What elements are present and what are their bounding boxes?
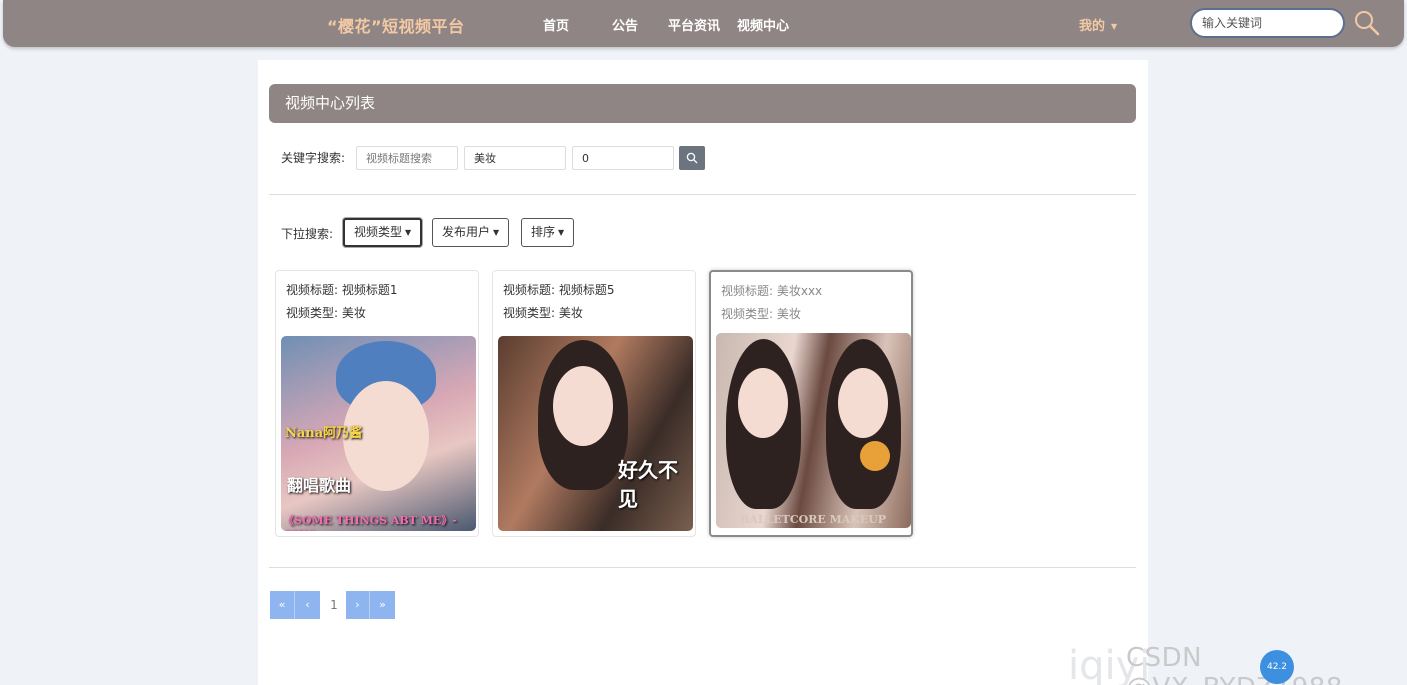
thumbnail-caption: Nana阿乃酱 <box>285 426 363 441</box>
divider <box>269 194 1136 195</box>
video-title: 视频标题: 美妆xxx <box>721 284 823 298</box>
video-type-dropdown[interactable]: 视频类型 ▼ <box>343 218 423 247</box>
nav-link-news[interactable]: 平台资讯 <box>668 15 720 34</box>
third-search-input[interactable] <box>572 146 674 170</box>
search-icon[interactable] <box>1353 9 1381 37</box>
page-number[interactable]: 1 <box>323 591 345 619</box>
dropdown-label: 视频类型 <box>354 225 403 239</box>
top-navbar: “樱花”短视频平台 首页 公告 平台资讯 视频中心 我的 ▼ <box>3 0 1404 47</box>
face-shape <box>738 368 788 438</box>
caret-down-icon: ▼ <box>558 228 565 237</box>
dropdown-label: 发布用户 <box>442 225 491 239</box>
divider <box>269 567 1136 568</box>
user-menu-label: 我的 <box>1079 19 1106 34</box>
page-title: 视频中心列表 <box>269 84 1136 123</box>
thumbnail-caption: 好久不见 <box>618 458 678 511</box>
nav-link-home[interactable]: 首页 <box>543 15 569 34</box>
content-panel: 视频中心列表 关键字搜索: 下拉搜索: 视频类型▼ 发布用户▼ 排序▼ 视频标题… <box>258 60 1148 685</box>
keyword-search-label: 关键字搜索: <box>281 151 346 165</box>
video-title: 视频标题: 视频标题1 <box>286 283 398 297</box>
face-shape <box>838 368 888 438</box>
thumbnail-caption: 翻唱歌曲 <box>287 476 352 495</box>
pointer-cursor-icon <box>860 441 890 471</box>
dropdown-label: 排序 <box>531 225 556 239</box>
caret-down-icon: ▼ <box>493 228 500 237</box>
last-page-button[interactable]: » <box>370 591 395 619</box>
video-thumbnail[interactable]: 好久不见 <box>498 336 693 531</box>
keyword-search-button[interactable] <box>679 146 705 170</box>
publisher-dropdown[interactable]: 发布用户 ▼ <box>432 218 510 247</box>
video-card[interactable]: 视频标题: 视频标题1 视频类型: 美妆 Nana阿乃酱 翻唱歌曲 《SOME … <box>275 270 479 537</box>
magnifier-icon <box>686 152 698 164</box>
nav-link-notice[interactable]: 公告 <box>612 15 638 34</box>
global-search-input[interactable] <box>1190 8 1345 38</box>
floating-speed-badge[interactable]: 42.2 <box>1260 650 1294 684</box>
caret-down-icon: ▼ <box>405 228 412 237</box>
video-title-search-input[interactable] <box>356 146 458 170</box>
video-title: 视频标题: 视频标题5 <box>503 283 615 297</box>
video-card[interactable]: 视频标题: 视频标题5 视频类型: 美妆 好久不见 <box>492 270 696 537</box>
dropdown-search-label: 下拉搜索: <box>281 227 334 241</box>
video-card[interactable]: 视频标题: 美妆xxx 视频类型: 美妆 BALLETCORE MAKEUP <box>709 270 913 537</box>
prev-page-button[interactable]: ‹ <box>295 591 320 619</box>
video-type: 视频类型: 美妆 <box>503 306 583 320</box>
video-thumbnail[interactable]: Nana阿乃酱 翻唱歌曲 《SOME THINGS ABT ME》- CHIS <box>281 336 476 531</box>
brand-logo-text[interactable]: “樱花”短视频平台 <box>327 13 465 37</box>
video-type: 视频类型: 美妆 <box>721 307 801 321</box>
nav-link-video-center[interactable]: 视频中心 <box>737 15 789 34</box>
video-type-search-input[interactable] <box>464 146 566 170</box>
thumbnail-caption: BALLETCORE MAKEUP <box>740 513 887 526</box>
next-page-button[interactable]: › <box>346 591 370 619</box>
sort-dropdown[interactable]: 排序 ▼ <box>521 218 575 247</box>
user-menu-dropdown[interactable]: 我的 ▼ <box>1079 15 1117 34</box>
thumbnail-caption: 《SOME THINGS ABT ME》- CHIS <box>283 514 457 531</box>
first-page-button[interactable]: « <box>270 591 295 619</box>
face-shape <box>553 366 613 446</box>
video-type: 视频类型: 美妆 <box>286 306 366 320</box>
video-thumbnail[interactable]: BALLETCORE MAKEUP <box>716 333 911 528</box>
caret-down-icon: ▼ <box>1111 22 1118 31</box>
